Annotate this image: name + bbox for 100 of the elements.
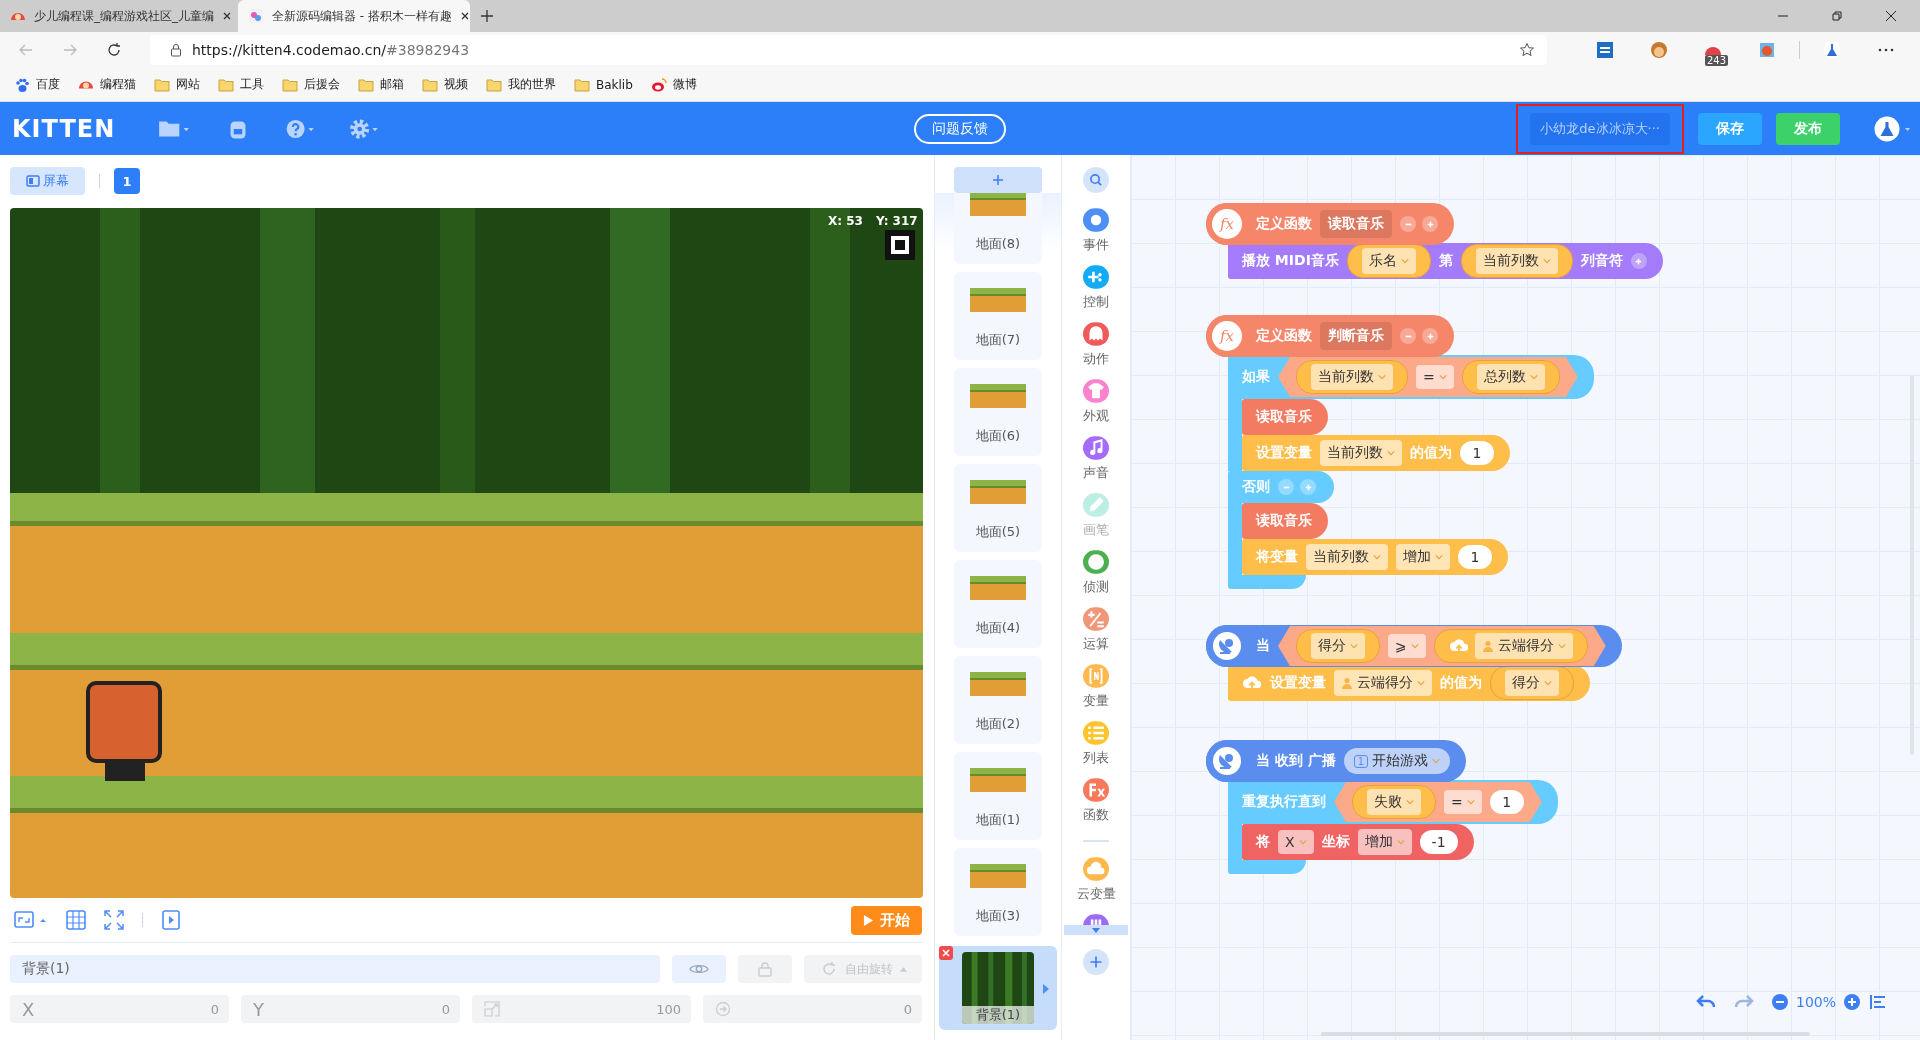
block-dropdown[interactable]: = [1444, 790, 1482, 814]
scroll-down-button[interactable] [1064, 925, 1128, 935]
variable-dropdown[interactable]: 得分 [1311, 633, 1365, 659]
code-block[interactable]: 将 X 坐标 增加 -1 [1242, 824, 1474, 860]
block-dropdown[interactable]: X [1278, 830, 1314, 854]
browser-tab[interactable]: 少儿编程课_编程游戏社区_儿童编 [0, 0, 232, 32]
category-item[interactable]: 侦测 [1083, 549, 1109, 606]
add-button[interactable] [1422, 328, 1438, 344]
bookmark[interactable]: 我的世界 [486, 76, 556, 93]
block-dropdown[interactable]: 1 开始游戏 [1343, 748, 1451, 774]
bookmark[interactable]: 邮箱 [358, 76, 404, 93]
background-card[interactable]: 背景(1) [939, 946, 1057, 1030]
variable-dropdown[interactable]: 云端得分 [1474, 633, 1573, 659]
restore-icon[interactable] [1830, 9, 1844, 23]
monkey-icon[interactable] [1650, 41, 1668, 59]
avatar-icon[interactable] [1874, 115, 1912, 142]
block-dropdown[interactable]: 增加 [1396, 544, 1450, 570]
sprite-card[interactable]: 地面(6) [954, 368, 1042, 456]
variable-dropdown[interactable]: 总列数 [1476, 364, 1545, 390]
variable-dropdown[interactable]: 得分 [1505, 670, 1559, 696]
category-item[interactable]: 函数 [1083, 777, 1109, 834]
number-input[interactable]: 1 [1460, 441, 1494, 465]
number-input[interactable]: 1 [1489, 790, 1524, 814]
align-icon[interactable] [1868, 994, 1888, 1010]
code-block[interactable]: 设置变量 当前列数 的值为 1 [1242, 435, 1510, 471]
feedback-button[interactable]: 问题反馈 [914, 113, 1006, 144]
bookmark[interactable]: 编程猫 [78, 76, 136, 93]
bookmark[interactable]: 微博 [650, 76, 697, 93]
search-icon[interactable] [1083, 167, 1109, 193]
variable-reporter[interactable]: 得分 [1490, 666, 1574, 700]
sprite-card[interactable]: 地面(3) [954, 848, 1042, 936]
delete-icon[interactable] [939, 946, 953, 960]
variable-reporter[interactable]: 失败 [1352, 785, 1436, 819]
variable-dropdown[interactable]: 失败 [1367, 789, 1421, 815]
category-item[interactable]: 运算 [1083, 606, 1109, 663]
add-button[interactable] [1630, 253, 1647, 269]
screen-number-badge[interactable]: 1 [114, 168, 140, 194]
bookmark[interactable]: Baklib [574, 76, 633, 93]
variable-reporter[interactable]: 云端得分 [1433, 629, 1588, 663]
category-item[interactable]: 控制 [1083, 264, 1109, 321]
visibility-button[interactable] [672, 955, 726, 983]
forward-icon[interactable] [62, 42, 78, 58]
variable-dropdown[interactable]: 乐名 [1361, 248, 1416, 274]
code-block[interactable]: 播放 MIDI音乐 乐名 第 当前列数 列音符 [1228, 243, 1663, 279]
variable-reporter[interactable]: 得分 [1296, 629, 1380, 663]
block-dropdown[interactable]: 当前列数 [1320, 440, 1402, 466]
extension-icon[interactable] [1596, 41, 1614, 59]
remove-button[interactable] [1400, 216, 1416, 232]
variable-dropdown[interactable]: 当前列数 [1311, 364, 1393, 390]
bookmark[interactable]: 后援会 [282, 76, 340, 93]
reload-icon[interactable] [106, 42, 122, 58]
bookmark[interactable]: 网站 [154, 76, 200, 93]
variable-reporter[interactable]: 当前列数 [1296, 360, 1408, 394]
sprite-card[interactable]: 地面(2) [954, 656, 1042, 744]
category-item[interactable]: 事件 [1083, 207, 1109, 264]
number-input[interactable]: -1 [1419, 830, 1458, 854]
variable-reporter[interactable]: 当前列数 [1460, 244, 1573, 278]
video-icon[interactable] [161, 910, 181, 930]
block-dropdown[interactable]: ⩾ [1388, 634, 1426, 658]
redo-icon[interactable] [1733, 994, 1754, 1010]
event-hat-block[interactable]: 当 得分 ⩾ 云端得分 [1206, 625, 1622, 667]
category-item[interactable]: 声音 [1083, 435, 1109, 492]
screen-size-icon[interactable] [14, 910, 48, 930]
sprite-card[interactable]: 地面(1) [954, 752, 1042, 840]
sprite-name-field[interactable]: 背景(1) [10, 955, 660, 983]
variable-reporter[interactable]: 乐名 [1346, 244, 1431, 278]
sprite-card[interactable]: 地面(8) [954, 193, 1042, 264]
fullscreen-icon[interactable] [104, 910, 124, 930]
extension-icon[interactable] [1758, 41, 1776, 59]
add-button[interactable] [1422, 216, 1438, 232]
expand-icon[interactable] [1043, 984, 1049, 994]
block-dropdown[interactable]: 增加 [1357, 829, 1412, 855]
star-icon[interactable] [1519, 42, 1535, 58]
number-input[interactable]: 1 [1458, 545, 1492, 569]
sprite-card[interactable]: 地面(5) [954, 464, 1042, 552]
remove-button[interactable] [1400, 328, 1416, 344]
category-item[interactable]: 外观 [1083, 378, 1109, 435]
category-item[interactable]: 变量 [1083, 663, 1109, 720]
control-block[interactable]: 如果 当前列数 = 总列数 [1228, 355, 1594, 399]
bookmark[interactable]: 百度 [14, 76, 60, 93]
category-item[interactable]: 列表 [1083, 720, 1109, 777]
undo-icon[interactable] [1695, 994, 1716, 1010]
close-icon[interactable] [1884, 9, 1898, 23]
zoom-in-icon[interactable] [1844, 994, 1860, 1010]
sprite-card[interactable]: 地面(7) [954, 272, 1042, 360]
extension-icon[interactable] [1704, 45, 1722, 55]
event-hat-block[interactable]: 当 收到 广播 1 开始游戏 [1206, 740, 1467, 782]
back-icon[interactable] [18, 42, 34, 58]
grid-icon[interactable] [66, 910, 86, 930]
bookmark[interactable]: 视频 [422, 76, 468, 93]
block-dropdown[interactable]: 云端得分 [1334, 670, 1432, 696]
code-block[interactable]: 设置变量 云端得分 的值为 得分 [1228, 665, 1590, 701]
address-field[interactable]: https://kitten4.codemao.cn/#38982943 [150, 35, 1547, 65]
code-block[interactable]: 将变量 当前列数 增加 1 [1242, 539, 1508, 575]
browser-tab[interactable]: 全新源码编辑器 - 搭积木一样有趣 [238, 0, 470, 32]
control-block[interactable]: 重复执行直到 失败 = 1 [1228, 780, 1558, 824]
category-item[interactable]: 云变量 [1076, 856, 1116, 913]
bookmark[interactable]: 工具 [218, 76, 264, 93]
sprite-card[interactable]: 地面(4) [954, 560, 1042, 648]
category-item[interactable]: 动作 [1083, 321, 1109, 378]
